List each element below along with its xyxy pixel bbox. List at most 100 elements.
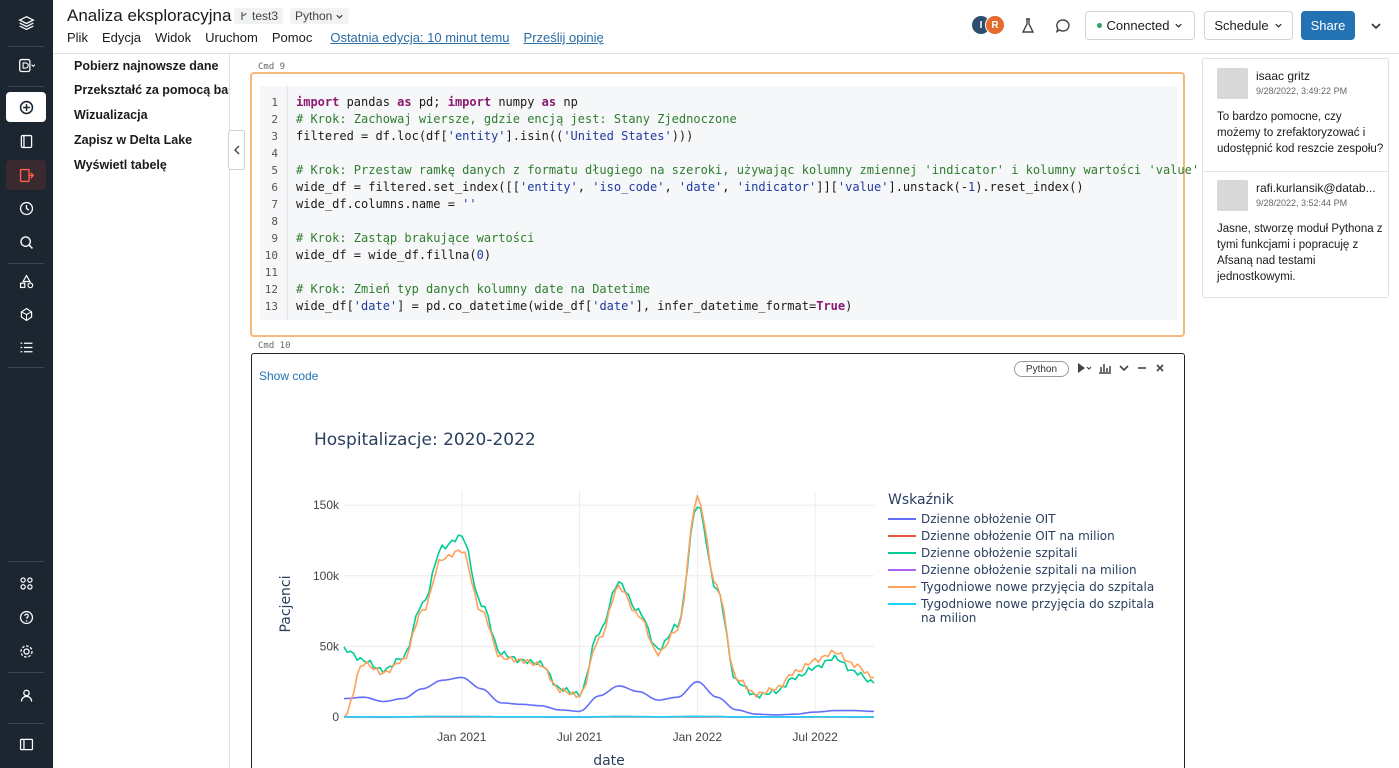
chevron-down-icon[interactable]: [1367, 17, 1385, 35]
toc-item[interactable]: Pobierz najnowsze dane: [74, 59, 218, 73]
comment-author: rafi.kurlansik@datab...: [1256, 181, 1376, 195]
legend-label: Dzienne obłożenie OIT na milion: [921, 529, 1115, 543]
status-dot: [1096, 23, 1102, 28]
comments-panel: isaac gritz 9/28/2022, 3:49:22 PM To bar…: [1202, 58, 1389, 298]
shapes-icon[interactable]: [6, 266, 46, 296]
share-button[interactable]: Share: [1301, 11, 1355, 40]
code-text: # Krok: Zmień typ danych kolumny date na…: [296, 282, 651, 296]
comment-time: 9/28/2022, 3:52:44 PM: [1256, 198, 1348, 208]
line-number: 9: [271, 232, 278, 245]
code-line[interactable]: 2 # Krok: Zachowaj wiersze, gdzie encją j…: [260, 111, 1178, 128]
code-line[interactable]: 4: [260, 145, 1178, 162]
code-text: # Krok: Zachowaj wiersze, gdzie encją je…: [296, 112, 737, 126]
cell-label: Cmd 10: [258, 341, 291, 351]
code-line[interactable]: 12 # Krok: Zmień typ danych kolumny date …: [260, 281, 1178, 298]
line-number: 7: [271, 198, 278, 211]
collapse-toc-button[interactable]: [228, 130, 245, 170]
code-line[interactable]: 6 wide_df = filtered.set_index([['entity'…: [260, 179, 1178, 196]
series-line: [344, 715, 874, 718]
code-text: # Krok: Przestaw ramkę danych z formatu …: [296, 163, 1200, 177]
cell-label: Cmd 9: [258, 62, 286, 72]
code-text: wide_df.columns.name = '': [296, 197, 477, 211]
table-of-contents: Pobierz najnowsze dane Przekształć za po…: [53, 54, 230, 768]
user-icon[interactable]: [6, 680, 46, 710]
legend-label: Dzienne obłożenie szpitali na milion: [921, 563, 1137, 577]
x-tick-label: Jan 2021: [437, 730, 487, 744]
toc-item[interactable]: Wyświetl tabelę: [74, 158, 167, 172]
y-tick-label: 50k: [320, 639, 340, 653]
code-text: wide_df['date'] = pd.co_datetime(wide_df…: [296, 299, 853, 313]
history-icon[interactable]: [6, 193, 46, 223]
x-axis-label: date: [593, 753, 625, 768]
line-number: 12: [264, 283, 278, 296]
line-number: 3: [271, 130, 278, 143]
experiment-flask-icon[interactable]: [1019, 17, 1037, 35]
line-number: 1: [271, 96, 278, 109]
legend-title: Wskaźnik: [888, 492, 955, 508]
line-number: 4: [271, 147, 278, 160]
x-tick-label: Jan 2022: [673, 730, 723, 744]
code-line[interactable]: 1 import pandas as pd; import numpy as np: [260, 94, 1178, 111]
toc-item[interactable]: Wizualizacja: [74, 108, 148, 122]
databricks-logo-icon[interactable]: [6, 8, 46, 38]
notebook-app: Analiza eksploracyjna test3 Python Plik …: [0, 0, 1399, 768]
workspace-switcher-icon[interactable]: [6, 50, 46, 80]
legend-label: Dzienne obłożenie OIT: [921, 512, 1056, 526]
comment-text: To bardzo pomocne, czy możemy to zrefakt…: [1217, 111, 1384, 155]
marketplace-icon[interactable]: [6, 568, 46, 598]
code-text: import pandas as pd; import numpy as np: [296, 95, 578, 109]
y-tick-label: 100k: [313, 569, 340, 583]
search-icon[interactable]: [6, 227, 46, 257]
comment-time: 9/28/2022, 3:49:22 PM: [1256, 86, 1348, 96]
legend-label: Tygodniowe nowe przyjęcia do szpitala: [920, 597, 1154, 611]
legend-label: Dzienne obłożenie szpitali: [921, 546, 1077, 560]
cluster-connected-button[interactable]: Connected: [1085, 11, 1195, 40]
connected-label: Connected: [1106, 18, 1170, 33]
chart-title: Hospitalizacje: 2020-2022: [314, 430, 536, 450]
comment-icon[interactable]: [1054, 17, 1072, 35]
code-text: wide_df = wide_df.fillna(0): [296, 248, 492, 262]
line-number: 8: [271, 215, 278, 228]
left-rail: [0, 0, 53, 768]
code-cell[interactable]: 1 import pandas as pd; import numpy as np…: [250, 72, 1199, 337]
line-number: 11: [264, 266, 278, 279]
schedule-button[interactable]: Schedule: [1204, 11, 1293, 40]
toc-item[interactable]: Przekształć za pomocą bamboolib: [74, 83, 229, 97]
code-line[interactable]: 8: [260, 213, 1178, 230]
comment-author: isaac gritz: [1256, 69, 1311, 83]
line-number: 6: [271, 181, 278, 194]
code-line[interactable]: 9 # Krok: Zastąp brakujące wartości: [260, 230, 1178, 247]
help-icon[interactable]: [6, 602, 46, 632]
code-line[interactable]: 11: [260, 264, 1178, 281]
notebook-header: Analiza eksploracyjna test3 Python Plik …: [53, 0, 1399, 54]
settings-gear-icon[interactable]: [6, 636, 46, 666]
create-icon[interactable]: [6, 92, 46, 122]
chevron-left-icon: [233, 145, 239, 155]
x-tick-label: Jul 2021: [557, 730, 603, 744]
code-line[interactable]: 3 filtered = df.loc(df['entity'].isin(('U…: [260, 128, 1178, 145]
line-number: 5: [271, 164, 278, 177]
sidebar-toggle-icon[interactable]: [6, 729, 46, 759]
code-line[interactable]: 5 # Krok: Przestaw ramkę danych z formatu…: [260, 162, 1199, 179]
workspace-icon[interactable]: [6, 126, 46, 156]
avatar: [1217, 180, 1248, 211]
recents-icon[interactable]: [6, 160, 46, 190]
chevron-down-icon: [1175, 23, 1183, 28]
chart-cell[interactable]: Show code Python 0 50k 100k 150k Jan 2021 Jul…: [251, 353, 1185, 768]
scrollbar[interactable]: [1389, 54, 1399, 768]
y-tick-label: 0: [332, 710, 339, 724]
toc-item[interactable]: Zapisz w Delta Lake: [74, 133, 192, 147]
models-icon[interactable]: [6, 299, 46, 329]
avatar: [1217, 68, 1248, 99]
code-editor[interactable]: 1 import pandas as pd; import numpy as np…: [260, 86, 1199, 320]
line-number: 2: [271, 113, 278, 126]
list-icon[interactable]: [6, 332, 46, 362]
code-text: wide_df = filtered.set_index([['entity',…: [296, 180, 1084, 194]
x-tick-label: Jul 2022: [792, 730, 838, 744]
avatar[interactable]: R: [985, 15, 1005, 35]
code-line[interactable]: 10 wide_df = wide_df.fillna(0): [260, 247, 1178, 264]
line-number: 10: [264, 249, 278, 262]
code-line[interactable]: 7 wide_df.columns.name = '': [260, 196, 1178, 213]
code-line[interactable]: 13 wide_df['date'] = pd.co_datetime(wide_…: [260, 298, 1178, 315]
legend-label: na milion: [921, 611, 976, 625]
